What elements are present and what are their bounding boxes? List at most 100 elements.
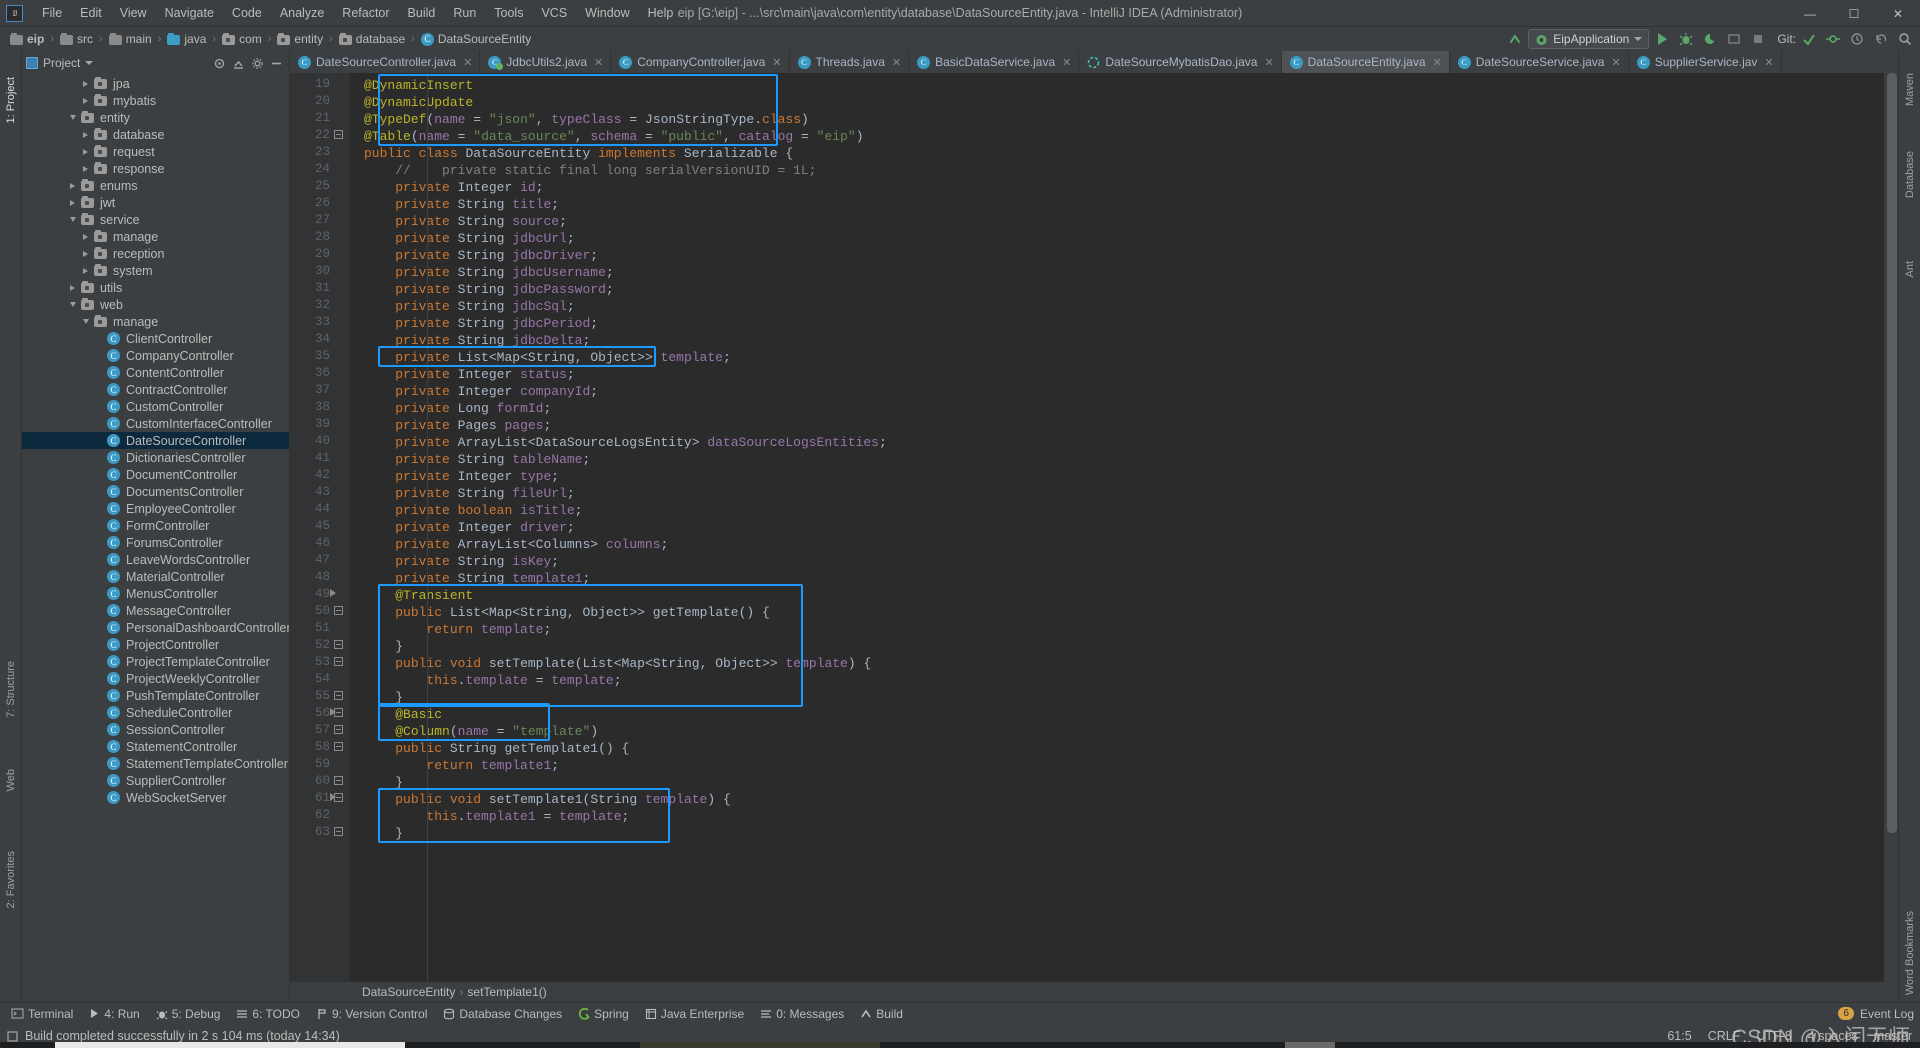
chevron-down-icon[interactable] xyxy=(66,302,79,307)
code-fold-icon[interactable] xyxy=(334,725,346,737)
stop-button[interactable] xyxy=(1747,29,1769,49)
chevron-right-icon[interactable] xyxy=(79,165,92,172)
tool-window-button-6-todo[interactable]: 6: TODO xyxy=(229,1006,307,1022)
editor-tab-basicdataservice-java[interactable]: C BasicDataService.java ✕ xyxy=(909,51,1080,73)
menu-tools[interactable]: Tools xyxy=(485,3,532,23)
menu-analyze[interactable]: Analyze xyxy=(271,3,333,23)
build-project-icon[interactable] xyxy=(1504,29,1526,49)
tree-class-PushTemplateController[interactable]: C PushTemplateController xyxy=(22,687,289,704)
rail-item-web[interactable]: Web xyxy=(5,769,17,791)
chevron-right-icon[interactable] xyxy=(66,199,79,206)
tool-window-button-9-version-control[interactable]: 9: Version Control xyxy=(309,1006,434,1022)
tree-class-ClientController[interactable]: C ClientController xyxy=(22,330,289,347)
run-gutter-icon[interactable] xyxy=(330,793,342,805)
line-separator[interactable]: CRLF xyxy=(1708,1029,1741,1043)
maximize-button[interactable]: ☐ xyxy=(1832,0,1876,27)
code-fold-icon[interactable] xyxy=(334,130,346,142)
tree-class-DictionariesController[interactable]: C DictionariesController xyxy=(22,449,289,466)
menu-vcs[interactable]: VCS xyxy=(532,3,576,23)
run-with-coverage-button[interactable] xyxy=(1699,29,1721,49)
indent-setting[interactable]: 4 spaces xyxy=(1808,1029,1858,1043)
tool-window-button-0-messages[interactable]: 0: Messages xyxy=(753,1006,851,1022)
close-tab-icon[interactable]: ✕ xyxy=(594,56,603,69)
debug-button[interactable] xyxy=(1675,29,1697,49)
tree-class-SupplierController[interactable]: C SupplierController xyxy=(22,772,289,789)
tree-class-StatementTemplateController[interactable]: C StatementTemplateController xyxy=(22,755,289,772)
chevron-right-icon[interactable] xyxy=(79,250,92,257)
chevron-down-icon[interactable] xyxy=(66,217,79,222)
locate-icon[interactable] xyxy=(210,54,228,72)
git-rollback-icon[interactable] xyxy=(1870,29,1892,49)
run-button[interactable] xyxy=(1651,29,1673,49)
rail-item-database[interactable]: Database xyxy=(1904,151,1916,198)
code-fold-icon[interactable] xyxy=(334,827,346,839)
menu-view[interactable]: View xyxy=(111,3,156,23)
editor-tab-datesourcemybatisdao-java[interactable]: DateSourceMybatisDao.java ✕ xyxy=(1079,51,1282,73)
menu-code[interactable]: Code xyxy=(223,3,271,23)
tree-folder-request[interactable]: request xyxy=(22,143,289,160)
tree-folder-enums[interactable]: enums xyxy=(22,177,289,194)
breadcrumb-class[interactable]: DataSourceEntity xyxy=(362,985,455,999)
editor-tab-companycontroller-java[interactable]: C CompanyController.java ✕ xyxy=(611,51,790,73)
tree-folder-entity[interactable]: entity xyxy=(22,109,289,126)
tree-class-MaterialController[interactable]: C MaterialController xyxy=(22,568,289,585)
tree-class-ProjectTemplateController[interactable]: C ProjectTemplateController xyxy=(22,653,289,670)
editor-tab-threads-java[interactable]: C Threads.java ✕ xyxy=(790,51,910,73)
menu-refactor[interactable]: Refactor xyxy=(333,3,398,23)
tree-folder-response[interactable]: response xyxy=(22,160,289,177)
tree-class-MenusController[interactable]: C MenusController xyxy=(22,585,289,602)
tree-class-DateSourceController[interactable]: C DateSourceController xyxy=(22,432,289,449)
tree-class-ContentController[interactable]: C ContentController xyxy=(22,364,289,381)
editor-tab-datesourceservice-java[interactable]: C DateSourceService.java ✕ xyxy=(1450,51,1629,73)
rail-item-project[interactable]: 1: Project xyxy=(5,77,17,123)
code-fold-icon[interactable] xyxy=(334,691,346,703)
chevron-right-icon[interactable] xyxy=(66,284,79,291)
tree-folder-jpa[interactable]: jpa xyxy=(22,75,289,92)
run-gutter-icon[interactable] xyxy=(330,708,342,720)
rail-item-maven[interactable]: Maven xyxy=(1904,73,1916,106)
close-tab-icon[interactable]: ✕ xyxy=(1611,56,1620,69)
close-tab-icon[interactable]: ✕ xyxy=(1264,56,1273,69)
minimize-button[interactable]: — xyxy=(1788,0,1832,27)
tree-class-ForumsController[interactable]: C ForumsController xyxy=(22,534,289,551)
tool-window-button-4-run[interactable]: 4: Run xyxy=(82,1006,146,1022)
tree-class-FormController[interactable]: C FormController xyxy=(22,517,289,534)
tree-class-DocumentsController[interactable]: C DocumentsController xyxy=(22,483,289,500)
menu-help[interactable]: Help xyxy=(639,3,683,23)
tree-folder-utils[interactable]: utils xyxy=(22,279,289,296)
close-tab-icon[interactable]: ✕ xyxy=(772,56,781,69)
tree-class-CustomController[interactable]: C CustomController xyxy=(22,398,289,415)
tool-window-button-spring[interactable]: Spring xyxy=(571,1006,636,1022)
git-branch[interactable]: master xyxy=(1874,1029,1912,1043)
chevron-right-icon[interactable] xyxy=(79,131,92,138)
editor-tab-jdbcutils2-java[interactable]: C JdbcUtils2.java ✕ xyxy=(480,51,612,73)
tree-class-WebSocketServer[interactable]: C WebSocketServer xyxy=(22,789,289,806)
menu-window[interactable]: Window xyxy=(576,3,638,23)
tree-folder-database[interactable]: database xyxy=(22,126,289,143)
git-history-icon[interactable] xyxy=(1846,29,1868,49)
tree-folder-web[interactable]: web xyxy=(22,296,289,313)
rail-item-favorites[interactable]: 2: Favorites xyxy=(5,851,17,908)
rail-item-ant[interactable]: Ant xyxy=(1904,261,1916,278)
tool-window-button-database-changes[interactable]: Database Changes xyxy=(436,1006,569,1022)
menu-navigate[interactable]: Navigate xyxy=(156,3,223,23)
tree-class-LeaveWordsController[interactable]: C LeaveWordsController xyxy=(22,551,289,568)
tree-class-CustomInterfaceController[interactable]: C CustomInterfaceController xyxy=(22,415,289,432)
tree-folder-system[interactable]: system xyxy=(22,262,289,279)
chevron-down-icon[interactable] xyxy=(85,61,94,65)
editor-tab-datesourcecontroller-java[interactable]: C DateSourceController.java ✕ xyxy=(290,51,481,73)
tree-class-ProjectWeeklyController[interactable]: C ProjectWeeklyController xyxy=(22,670,289,687)
tool-window-button-java-enterprise[interactable]: Java Enterprise xyxy=(638,1006,751,1022)
run-gutter-icon[interactable] xyxy=(330,589,342,601)
close-tab-icon[interactable]: ✕ xyxy=(892,56,901,69)
code-fold-icon[interactable] xyxy=(334,776,346,788)
code-fold-icon[interactable] xyxy=(334,742,346,754)
search-everywhere-icon[interactable] xyxy=(1894,29,1916,49)
tool-window-button-5-debug[interactable]: 5: Debug xyxy=(149,1006,228,1022)
code-editor[interactable]: @DynamicInsert @DynamicUpdate @TypeDef(nam… xyxy=(350,73,1884,982)
tree-class-EmployeeController[interactable]: C EmployeeController xyxy=(22,500,289,517)
git-update-icon[interactable] xyxy=(1798,29,1820,49)
chevron-right-icon[interactable] xyxy=(79,97,92,104)
chevron-right-icon[interactable] xyxy=(66,182,79,189)
tree-folder-jwt[interactable]: jwt xyxy=(22,194,289,211)
